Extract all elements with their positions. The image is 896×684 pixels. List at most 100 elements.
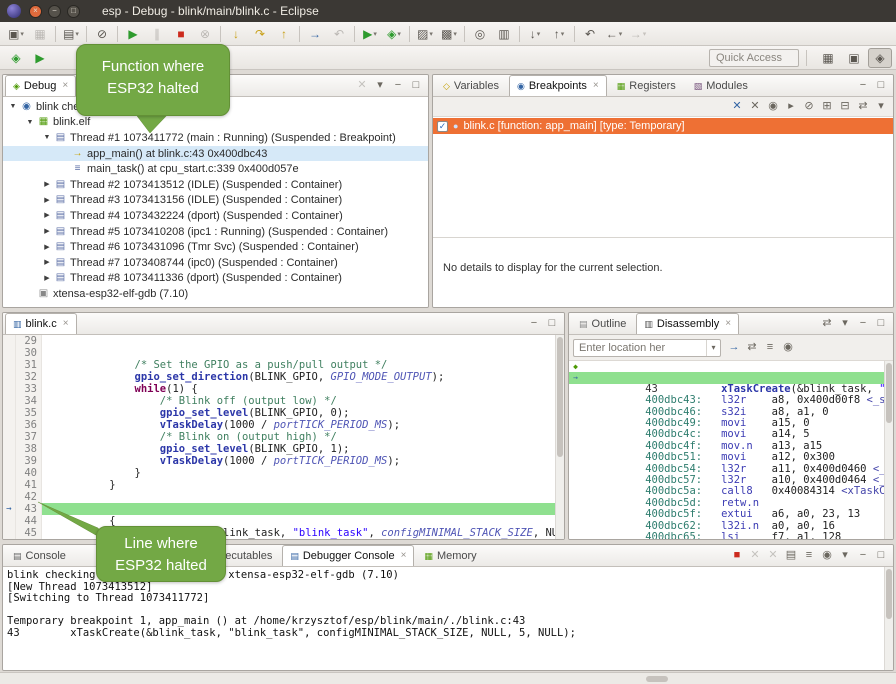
show-source-button[interactable]: ≡	[761, 339, 779, 357]
combo-dropdown-icon[interactable]	[706, 340, 720, 356]
collapse-all-button[interactable]: ⊟	[836, 98, 854, 116]
maximize-button[interactable]: □	[872, 77, 890, 95]
instruction-pointer-gutter[interactable]	[3, 443, 16, 455]
debug-tree-row[interactable]: Thread #6 1073431096 (Tmr Svc) (Suspende…	[3, 239, 428, 255]
code-line[interactable]: 29 /* Set the GPIO as a push/pull output…	[3, 335, 564, 347]
disassembly-row[interactable]: 400dbc54: l32r a11, 0x400d0460 <_stext+1…	[569, 441, 893, 452]
disassembly-row[interactable]: 400dbc57: l32r a10, 0x400d0464 <_stext+1…	[569, 452, 893, 463]
tree-expander-icon[interactable]	[41, 197, 53, 204]
new-project-button[interactable]: ▩	[438, 24, 460, 44]
tab-close-icon[interactable]	[62, 81, 68, 91]
disassembly-row[interactable]: 400dbc5a: call8 0x40084314 <xTaskCreateP…	[569, 464, 893, 475]
code-line[interactable]: 36 gpio_set_level(BLINK_GPIO, 1);	[3, 419, 564, 431]
code-line[interactable]: 39 }	[3, 455, 564, 467]
disconnect-button[interactable]: ⊗	[194, 24, 216, 44]
debug-tree-row[interactable]: main_task() at cpu_start.c:339 0x400d057…	[3, 161, 428, 177]
minimize-button[interactable]: −	[854, 315, 872, 333]
maximize-button[interactable]: □	[543, 315, 561, 333]
debug-button[interactable]: ◈	[383, 24, 405, 44]
tree-expander-icon[interactable]	[41, 275, 53, 282]
tree-expander-icon[interactable]	[41, 212, 53, 219]
toggle-mark-occurrences-button[interactable]: ▥	[493, 24, 515, 44]
disassembly-row[interactable]: 400dbc62: l32i.n a0, a0, 16	[569, 498, 893, 509]
tab-memory[interactable]: Memory	[416, 545, 484, 566]
debug-tree-row[interactable]: Thread #4 1073432224 (dport) (Suspended …	[3, 208, 428, 224]
back-button[interactable]: ←	[603, 24, 625, 44]
disassembly-row[interactable]: 400dbc6a: bnone a0, a1, 0x400dbc8e	[569, 532, 893, 539]
breakpoint-checkbox[interactable]	[437, 121, 448, 132]
tab-registers[interactable]: Registers	[609, 75, 684, 96]
disassembly-row[interactable]: 400dbc4c: movi a14, 5	[569, 407, 893, 418]
refresh-view-button[interactable]: ⇄	[743, 339, 761, 357]
skip-all-breakpoints-button[interactable]: ⊘	[91, 24, 113, 44]
debug-tree[interactable]: blink checking [C/C++ Application] blink…	[3, 97, 428, 307]
debug-shortcut-button[interactable]: ◈	[5, 48, 27, 68]
tab-blink-c[interactable]: blink.c	[5, 313, 77, 334]
tab-close-icon[interactable]	[725, 319, 731, 329]
instruction-pointer-gutter[interactable]	[3, 407, 16, 419]
disassembly-row[interactable]: 400dbc5f: extui a6, a0, 23, 13	[569, 486, 893, 497]
terminate-button[interactable]: ■	[170, 24, 192, 44]
disassembly-row[interactable]: 400dbc5d: retw.n	[569, 475, 893, 486]
instruction-pointer-gutter[interactable]	[3, 371, 16, 383]
open-console-button[interactable]: ▤	[60, 24, 82, 44]
terminate-button[interactable]: ■	[728, 547, 746, 565]
breakpoints-list[interactable]: blink.c [function: app_main] [type: Temp…	[433, 117, 893, 237]
instruction-pointer-gutter[interactable]	[3, 395, 16, 407]
tab-modules[interactable]: Modules	[686, 75, 756, 96]
code-line[interactable]: 41 void app_main()	[3, 479, 564, 491]
build-button[interactable]: ▨	[414, 24, 436, 44]
open-perspective-button[interactable]: ▦	[816, 48, 840, 68]
quick-access-field[interactable]: Quick Access	[709, 49, 799, 67]
minimize-button[interactable]: −	[854, 77, 872, 95]
debug-tree-row[interactable]: xtensa-esp32-elf-gdb (7.10)	[3, 286, 428, 302]
step-into-button[interactable]: ↓	[225, 24, 247, 44]
debug-tree-row[interactable]: Thread #5 1073410208 (ipc1 : Running) (S…	[3, 224, 428, 240]
editor-scrollbar[interactable]	[555, 335, 564, 539]
tab-variables[interactable]: Variables	[435, 75, 507, 96]
debug-tree-row[interactable]: blink.elf	[3, 115, 428, 131]
maximize-button[interactable]: □	[872, 315, 890, 333]
last-edit-location-button[interactable]: ↶	[579, 24, 601, 44]
run-button[interactable]: ▶	[359, 24, 381, 44]
instruction-pointer-gutter[interactable]	[3, 455, 16, 467]
instruction-pointer-gutter[interactable]	[3, 347, 16, 359]
tab-console[interactable]: Console	[5, 545, 74, 566]
minimize-button[interactable]: −	[525, 315, 543, 333]
code-line[interactable]: 40	[3, 467, 564, 479]
console-scrollbar[interactable]	[884, 567, 893, 670]
console-output[interactable]: blink checking [C/C++ Application] xtens…	[3, 567, 893, 670]
maximize-button[interactable]: □	[407, 77, 425, 95]
location-combo[interactable]: Enter location her	[573, 339, 721, 357]
link-with-debug-view-button[interactable]: ⇄	[854, 98, 872, 116]
code-line[interactable]: 30 gpio_set_direction(BLINK_GPIO, GPIO_M…	[3, 347, 564, 359]
save-button[interactable]: ▦	[29, 24, 51, 44]
tree-expander-icon[interactable]	[41, 181, 53, 188]
code-line[interactable]: 35 /* Blink on (output high) */	[3, 407, 564, 419]
disassembly-row[interactable]: ◆ 43 xTaskCreate(&blink_task, "blink_tas	[569, 361, 893, 372]
tree-expander-icon[interactable]	[41, 244, 53, 251]
titlebar[interactable]: ×−□ esp - Debug - blink/main/blink.c - E…	[0, 0, 896, 22]
remove-all-terminated-button[interactable]: ✕	[353, 77, 371, 95]
pin-view-button[interactable]: ◉	[779, 339, 797, 357]
debug-perspective-button[interactable]: ◈	[868, 48, 892, 68]
tree-expander-icon[interactable]	[41, 134, 53, 141]
next-annotation-button[interactable]: ↓	[524, 24, 546, 44]
instruction-pointer-gutter[interactable]	[3, 491, 16, 503]
debug-tree-row[interactable]: Thread #1 1073411772 (main : Running) (S…	[3, 130, 428, 146]
code-line[interactable]: 33 gpio_set_level(BLINK_GPIO, 0);	[3, 383, 564, 395]
disassembly-listing[interactable]: ◆ 43 xTaskCreate(&blink_task, "blink_tas…	[569, 361, 893, 539]
code-line[interactable]: 38 }	[3, 443, 564, 455]
tab-breakpoints[interactable]: Breakpoints	[509, 75, 607, 96]
tab-disassembly[interactable]: Disassembly	[636, 313, 739, 334]
go-to-file-for-breakpoint-button[interactable]: ▸	[782, 98, 800, 116]
debug-tree-row[interactable]: Thread #3 1073413156 (IDLE) (Suspended :…	[3, 193, 428, 209]
view-menu-button[interactable]: ▾	[872, 98, 890, 116]
code-line[interactable]: 31 while(1) {	[3, 359, 564, 371]
display-selected-console-button[interactable]: ▾	[836, 547, 854, 565]
search-button[interactable]: ◎	[469, 24, 491, 44]
instruction-pointer-gutter[interactable]	[3, 335, 16, 347]
resume-button[interactable]: ▶	[122, 24, 144, 44]
minimize[interactable]: −	[48, 5, 61, 18]
instruction-pointer-gutter[interactable]	[3, 359, 16, 371]
